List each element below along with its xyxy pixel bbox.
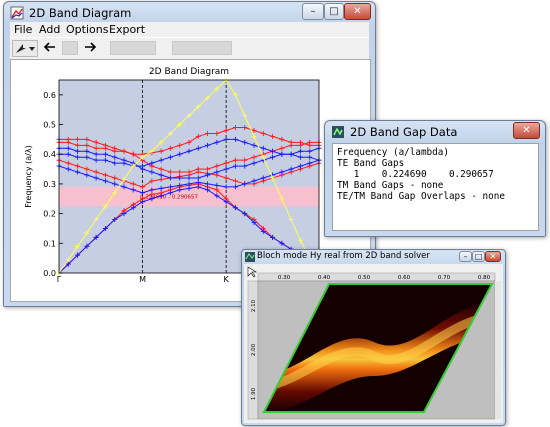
window-titlebar[interactable]: 2D Band Diagram – □ ✕ bbox=[4, 2, 375, 24]
y-tick-label: 0.0 bbox=[43, 269, 56, 278]
x-tick-label: K bbox=[224, 275, 230, 284]
band-gap-data-window: 2D Band Gap Data ✕ Frequency (a/lambda) T… bbox=[324, 120, 546, 237]
arrow-right-icon bbox=[85, 42, 97, 52]
close-button[interactable]: ✕ bbox=[344, 3, 371, 20]
menu-file[interactable]: File bbox=[14, 23, 32, 36]
gap-line: TE/TM Band Gap Overlaps - none bbox=[337, 191, 505, 202]
bloch-x-tick: 0.40 bbox=[318, 275, 331, 281]
menu-add[interactable]: Add bbox=[39, 23, 60, 36]
app-icon bbox=[245, 252, 255, 262]
gap-line: Frequency (a/lambda) bbox=[337, 147, 449, 158]
y-tick-label: 0.3 bbox=[43, 180, 56, 189]
y-tick-label: 0.4 bbox=[43, 150, 56, 159]
bloch-client-area: 0.30 0.40 0.50 0.60 0.70 0.80 2.10 2.00 1.90 bbox=[244, 264, 503, 423]
bloch-x-tick: 0.60 bbox=[398, 275, 411, 281]
y-axis-label: Frequency (a/λ) bbox=[24, 145, 33, 207]
gap-close-button[interactable]: ✕ bbox=[513, 122, 540, 139]
minimize-button[interactable]: – bbox=[302, 3, 324, 20]
bloch-x-tick: 0.30 bbox=[278, 275, 291, 281]
bloch-x-tick: 0.80 bbox=[478, 275, 491, 281]
bloch-mode-plot: 0.30 0.40 0.50 0.60 0.70 0.80 2.10 2.00 1.90 bbox=[244, 264, 503, 423]
y-tick-label: 0.5 bbox=[43, 121, 56, 130]
menu-options[interactable]: Options bbox=[66, 23, 108, 36]
pointer-tool-button[interactable] bbox=[12, 40, 38, 57]
app-icon bbox=[332, 126, 344, 138]
toolbar bbox=[10, 37, 369, 59]
vertical-scrollbar bbox=[495, 281, 501, 419]
bloch-y-tick: 1.90 bbox=[251, 387, 257, 400]
forward-arrow-button[interactable] bbox=[82, 40, 98, 57]
toolbar-field-small[interactable] bbox=[62, 41, 78, 55]
bloch-x-tick: 0.50 bbox=[358, 275, 371, 281]
bloch-y-tick: 2.10 bbox=[251, 299, 257, 312]
app-icon bbox=[10, 6, 24, 20]
bloch-x-tick: 0.70 bbox=[438, 275, 451, 281]
arrow-left-icon bbox=[43, 42, 55, 52]
toolbar-field-2[interactable] bbox=[172, 41, 232, 55]
y-tick-label: 0.6 bbox=[43, 91, 56, 100]
bloch-window-titlebar[interactable]: Bloch mode Hy real from 2D band solver –… bbox=[242, 250, 505, 264]
back-arrow-button[interactable] bbox=[42, 40, 58, 57]
gap-data-text: Frequency (a/lambda) TE Band Gaps 1 0.224… bbox=[332, 143, 539, 231]
gap-window-title: 2D Band Gap Data bbox=[350, 125, 458, 139]
y-tick-label: 0.1 bbox=[43, 239, 56, 248]
pointer-icon bbox=[16, 44, 35, 53]
bloch-maximize-button[interactable]: □ bbox=[472, 251, 485, 262]
menu-export[interactable]: Export bbox=[109, 23, 145, 36]
y-tick-label: 0.2 bbox=[43, 210, 56, 219]
top-ruler bbox=[257, 272, 496, 282]
x-tick-label: Γ bbox=[57, 275, 62, 284]
bloch-minimize-button[interactable]: – bbox=[459, 251, 472, 262]
gap-line: TM Band Gaps - none bbox=[337, 180, 444, 191]
window-title: 2D Band Diagram bbox=[29, 6, 132, 20]
gap-window-titlebar[interactable]: 2D Band Gap Data ✕ bbox=[325, 121, 545, 143]
bloch-window-title: Bloch mode Hy real from 2D band solver bbox=[257, 251, 430, 261]
gap-line: 1 0.224690 0.290657 bbox=[337, 169, 494, 180]
x-tick-label: M bbox=[139, 275, 146, 284]
bloch-mode-window: Bloch mode Hy real from 2D band solver –… bbox=[241, 249, 506, 426]
bloch-close-button[interactable]: ✕ bbox=[485, 251, 501, 262]
maximize-button[interactable]: □ bbox=[324, 3, 344, 20]
gap-line: TE Band Gaps bbox=[337, 158, 405, 169]
chart-title: 2D Band Diagram bbox=[149, 67, 229, 77]
bloch-y-tick: 2.00 bbox=[251, 343, 257, 356]
menu-bar: File Add Options Export bbox=[10, 22, 369, 37]
toolbar-field-1[interactable] bbox=[110, 41, 156, 55]
